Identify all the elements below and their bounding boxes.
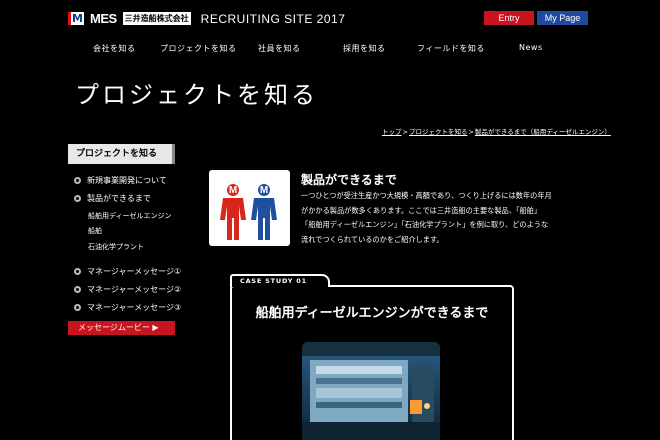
sidebar-item-label: マネージャーメッセージ② — [87, 285, 182, 294]
site-logo[interactable]: M MES 三井造船株式会社 RECRUITING SITE 2017 — [68, 11, 345, 26]
red-worker-letter: M — [229, 185, 237, 196]
top-bar: M MES 三井造船株式会社 RECRUITING SITE 2017 Entr… — [0, 0, 660, 30]
breadcrumb-current[interactable]: 製品ができるまで（船用ディーゼルエンジン） — [475, 128, 611, 136]
blue-worker-letter: M — [260, 185, 268, 196]
intro-line: がかかる製品が数多くあります。ここでは三井造船の主要な製品、「船舶」 — [301, 205, 542, 215]
sidebar-item-products[interactable]: 製品ができるまで — [74, 193, 151, 204]
mes-logo-mark: M — [68, 12, 84, 25]
bullet-icon — [74, 195, 81, 202]
message-movie-button[interactable]: メッセージムービー ▶ — [68, 321, 175, 335]
breadcrumb-separator: > — [468, 128, 474, 136]
sidebar-item-manager-message-2[interactable]: マネージャーメッセージ② — [74, 284, 181, 295]
factory-photo-svg — [302, 342, 440, 440]
mypage-button[interactable]: My Page — [537, 11, 588, 25]
workers-svg: M M — [220, 184, 277, 240]
sidebar-item-label: マネージャーメッセージ③ — [87, 303, 182, 312]
intro-line: 「船舶用ディーゼルエンジン」「石油化学プラント」を例に取り、どのような — [301, 220, 549, 230]
breadcrumb-project[interactable]: プロジェクトを知る — [409, 128, 468, 136]
sidebar-item-label: マネージャーメッセージ① — [87, 267, 182, 276]
sidebar-sub-petrochemical[interactable]: 石油化学プラント — [88, 242, 144, 252]
breadcrumb-top[interactable]: トップ — [382, 128, 402, 136]
sidebar-item-manager-message-1[interactable]: マネージャーメッセージ① — [74, 266, 181, 277]
nav-item-field[interactable]: フィールドを知る — [417, 43, 485, 54]
site-title: RECRUITING SITE 2017 — [200, 11, 346, 26]
logo-mes-text: MES — [90, 11, 117, 26]
nav-item-company[interactable]: 会社を知る — [93, 43, 136, 54]
section-title: 製品ができるまで — [301, 173, 397, 187]
sidebar-item-manager-message-3[interactable]: マネージャーメッセージ③ — [74, 302, 181, 313]
intro-line: 一つひとつが受注生産かつ大規模・高額であり、つくり上げるには数年の年月 — [301, 191, 552, 200]
nav-item-news[interactable]: News — [519, 43, 543, 52]
bullet-icon — [74, 268, 81, 275]
sidebar-heading[interactable]: プロジェクトを知る — [68, 144, 175, 164]
page-title: プロジェクトを知る — [75, 81, 318, 109]
sidebar-item-label: 製品ができるまで — [87, 194, 151, 203]
intro-paragraph: 一つひとつが受注生産かつ大規模・高額であり、つくり上げるには数年の年月 がかかる… — [301, 189, 591, 247]
global-nav: 会社を知る プロジェクトを知る 社員を知る 採用を知る フィールドを知る New… — [0, 43, 660, 55]
case-study-tab: CASE STUDY 01 — [230, 274, 330, 287]
nav-item-staff[interactable]: 社員を知る — [258, 43, 301, 54]
case-study-title: 船舶用ディーゼルエンジンができるまで — [255, 306, 489, 321]
sidebar-item-label: 新規事業開発について — [87, 176, 167, 185]
bullet-icon — [74, 286, 81, 293]
bullet-icon — [74, 304, 81, 311]
nav-item-recruit[interactable]: 採用を知る — [343, 43, 386, 54]
nav-item-project[interactable]: プロジェクトを知る — [160, 43, 237, 54]
breadcrumb: トップ>プロジェクトを知る>製品ができるまで（船用ディーゼルエンジン） — [382, 126, 611, 136]
breadcrumb-separator: > — [402, 128, 408, 136]
entry-button[interactable]: Entry — [484, 11, 534, 25]
sidebar-sub-ship[interactable]: 船舶 — [88, 226, 102, 236]
factory-photo-icon — [302, 342, 440, 440]
logo-company-name: 三井造船株式会社 — [122, 12, 191, 25]
workers-illustration-icon: M M — [209, 170, 290, 246]
sidebar-item-new-business[interactable]: 新規事業開発について — [74, 175, 167, 186]
bullet-icon — [74, 177, 81, 184]
intro-line: 流れでつくられているのかをご紹介します。 — [301, 234, 444, 244]
sidebar-sub-diesel-engine[interactable]: 船舶用ディーゼルエンジン — [88, 211, 172, 221]
